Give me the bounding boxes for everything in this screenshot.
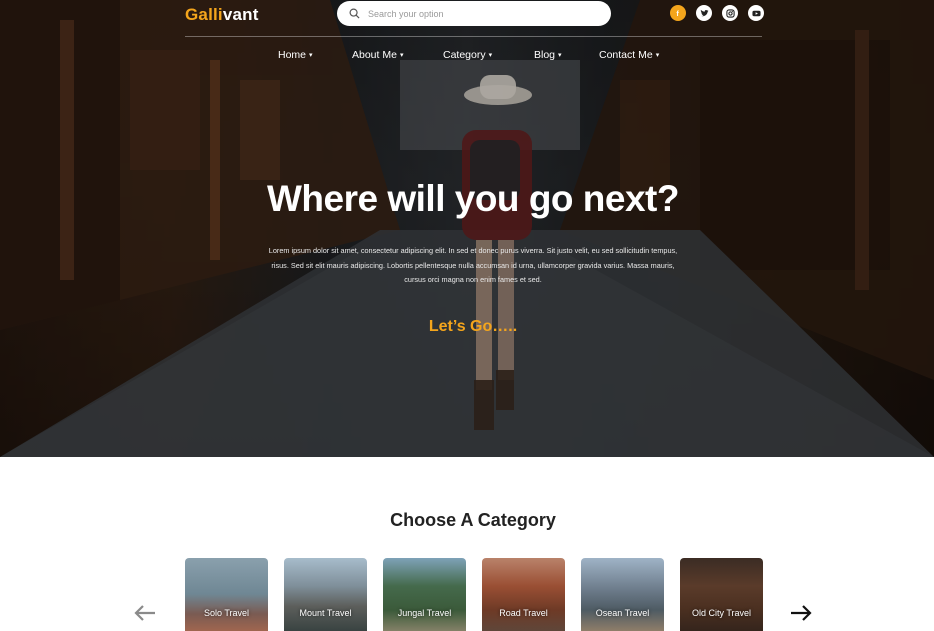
category-card-label: Old City Travel xyxy=(691,608,751,618)
search-input[interactable] xyxy=(368,8,588,19)
nav-item-contact-me[interactable]: Contact Me ▾ xyxy=(599,49,659,61)
chevron-down-icon: ▾ xyxy=(558,52,562,59)
category-card-solo-travel[interactable]: Solo Travel xyxy=(185,558,268,631)
hero-description: Lorem ipsum dolor sit amet, consectetur … xyxy=(268,246,678,284)
category-card-osean-travel[interactable]: Osean Travel xyxy=(581,558,664,631)
hero-title: Where will you go next? xyxy=(267,178,679,219)
category-card-label: Jungal Travel xyxy=(397,608,452,618)
brand-logo[interactable]: Gallivant xyxy=(185,5,259,25)
nav-item-label: Category xyxy=(443,49,486,61)
instagram-icon[interactable] xyxy=(722,5,738,21)
category-card-road-travel[interactable]: Road Travel xyxy=(482,558,565,631)
hero-banner: Gallivant f Home▾ About Me▾ Category xyxy=(0,0,934,457)
nav-item-label: Contact Me xyxy=(599,49,653,61)
chevron-down-icon: ▾ xyxy=(399,52,404,59)
nav-item-about-me[interactable]: About Me ▾ xyxy=(352,49,403,61)
category-card-jungal-travel[interactable]: Jungal Travel xyxy=(383,558,466,631)
category-card-old-city-travel[interactable]: Old City Travel xyxy=(680,558,763,631)
category-card-label: Mount Travel xyxy=(299,608,352,618)
nav-item-label: About Me xyxy=(352,49,397,61)
carousel-prev-arrow-icon[interactable] xyxy=(134,604,156,626)
brand-logo-part1: Galli xyxy=(185,5,223,24)
chevron-down-icon: ▾ xyxy=(488,52,493,59)
lets-go-button[interactable]: Let’s Go….. xyxy=(0,318,934,336)
twitter-icon[interactable] xyxy=(696,5,712,21)
category-card-label: Solo Travel xyxy=(203,608,250,618)
nav-item-label: Blog xyxy=(534,49,556,61)
hero-background-image xyxy=(0,0,934,457)
social-links: f xyxy=(670,5,764,21)
youtube-icon[interactable] xyxy=(748,5,764,21)
facebook-icon[interactable]: f xyxy=(670,5,686,21)
chevron-down-icon: ▾ xyxy=(309,52,313,59)
category-section-title: Choose A Category xyxy=(390,510,556,530)
category-card-label: Road Travel xyxy=(499,608,548,618)
search-icon[interactable] xyxy=(349,8,360,19)
main-navigation: Home ▾ About Me ▾ Category ▾ Blog ▾ Contact … xyxy=(0,49,934,63)
nav-item-home[interactable]: Home ▾ xyxy=(278,49,313,61)
carousel-next-arrow-icon[interactable] xyxy=(790,604,812,626)
chevron-down-icon: ▾ xyxy=(655,52,660,59)
category-card-label: Osean Travel xyxy=(595,608,650,618)
nav-item-label: Home xyxy=(278,49,307,61)
search-bar[interactable] xyxy=(337,1,611,26)
svg-text:f: f xyxy=(676,9,679,17)
brand-logo-part2: vant xyxy=(222,5,259,24)
category-card-mount-travel[interactable]: Mount Travel xyxy=(284,558,367,631)
nav-item-category[interactable]: Category ▾ xyxy=(443,49,492,61)
nav-item-blog[interactable]: Blog ▾ xyxy=(534,49,562,61)
header-divider xyxy=(185,36,762,37)
